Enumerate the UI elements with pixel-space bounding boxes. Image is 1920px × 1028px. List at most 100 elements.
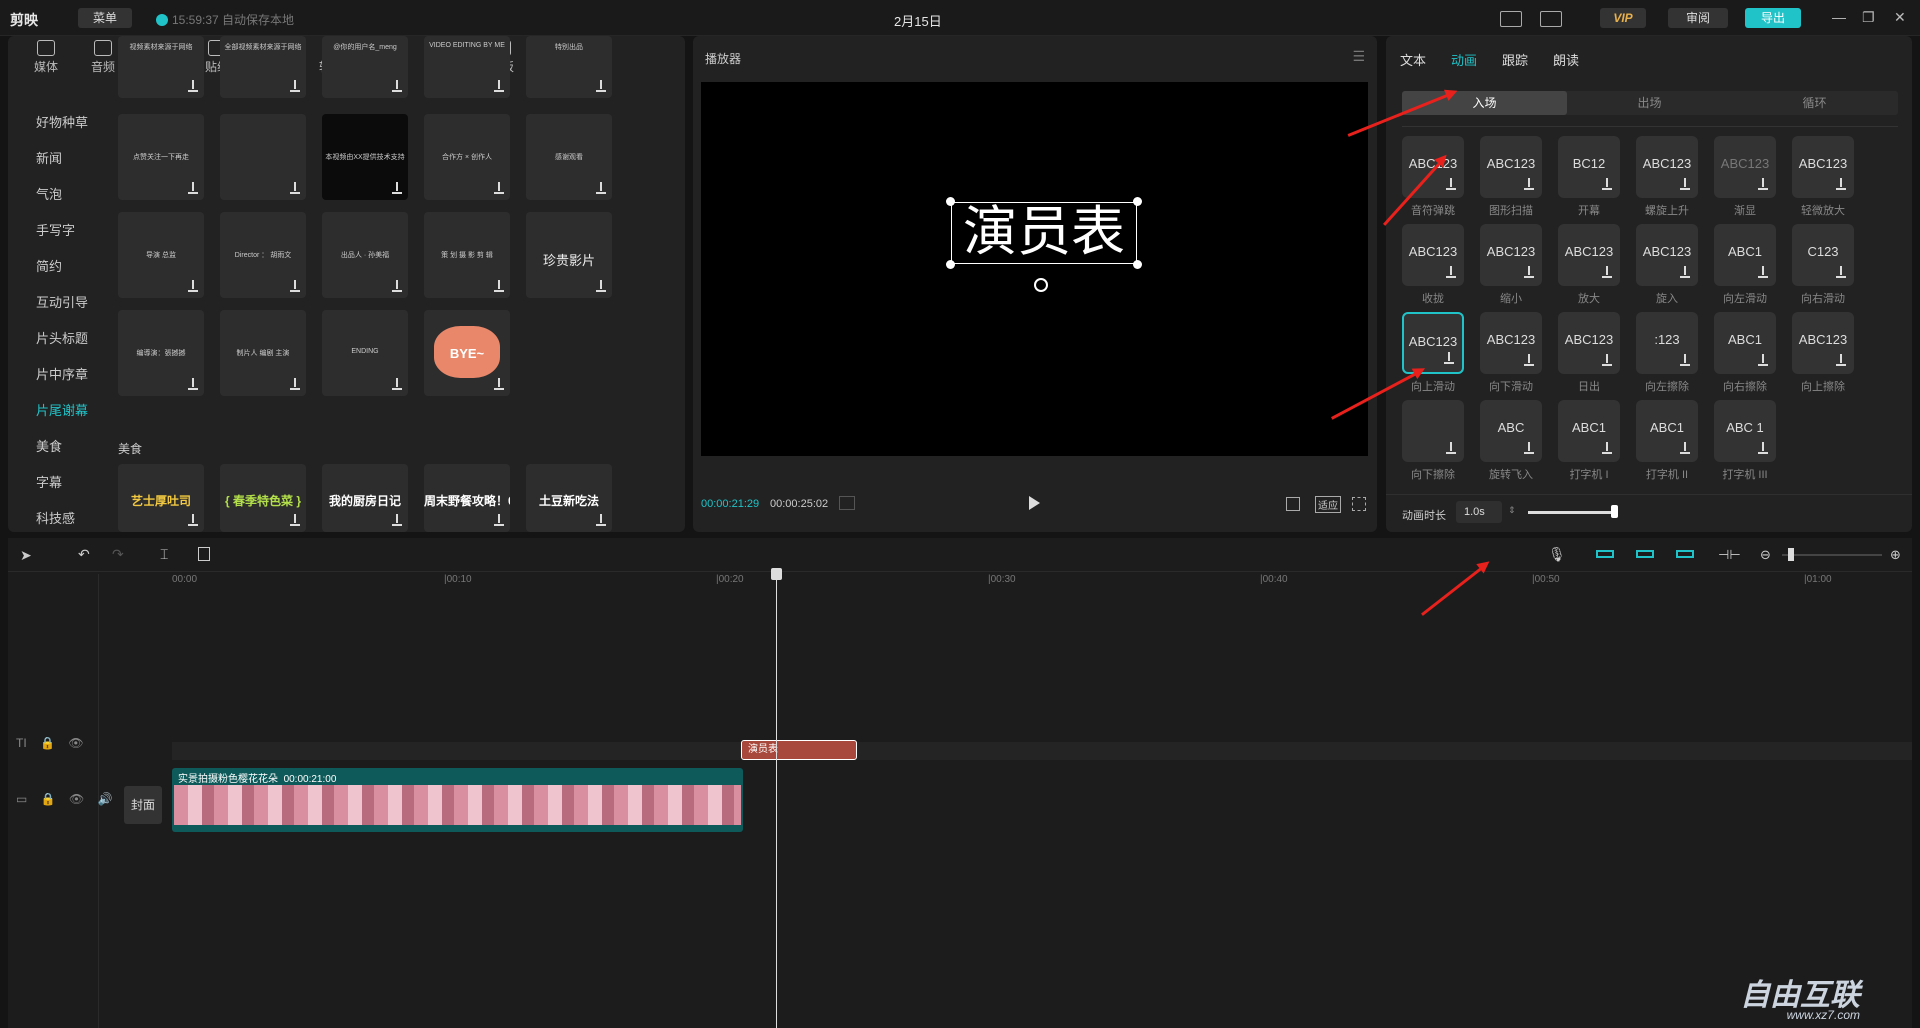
animation-preset[interactable]: ABC123 — [1792, 312, 1854, 374]
category-item[interactable]: 好物种草 — [36, 112, 88, 131]
download-icon[interactable] — [1446, 266, 1456, 278]
text-template-tile[interactable]: 策 划 摄 影 剪 辑 — [424, 212, 510, 298]
download-icon[interactable] — [290, 280, 300, 292]
animation-preset[interactable]: ABC — [1480, 400, 1542, 462]
animation-preset[interactable]: ABC123 — [1480, 224, 1542, 286]
category-item[interactable]: 新闻 — [36, 148, 62, 167]
download-icon[interactable] — [392, 182, 402, 194]
download-icon[interactable] — [188, 80, 198, 92]
linkage-icon[interactable] — [1676, 550, 1694, 558]
animation-preset[interactable]: BC12 — [1558, 136, 1620, 198]
text-template-tile[interactable]: 特别出品 — [526, 36, 612, 98]
tab-0[interactable]: 文本 — [1400, 50, 1426, 69]
tool-media[interactable]: 媒体 — [18, 40, 74, 75]
download-icon[interactable] — [1524, 354, 1534, 366]
text-template-tile[interactable]: Director ： 胡雨文 — [220, 212, 306, 298]
minimize-icon[interactable]: — — [1832, 9, 1846, 25]
category-item[interactable]: 手写字 — [36, 220, 75, 239]
category-item[interactable]: 简约 — [36, 256, 62, 275]
category-item[interactable]: 美食 — [36, 436, 62, 455]
download-icon[interactable] — [188, 514, 198, 526]
vip-badge[interactable]: VIP — [1600, 8, 1646, 28]
subtab-2[interactable]: 循环 — [1732, 91, 1897, 115]
eye-icon[interactable]: 👁 — [69, 792, 84, 806]
download-icon[interactable] — [1524, 442, 1534, 454]
download-icon[interactable] — [1836, 266, 1846, 278]
eye-icon[interactable]: 👁 — [68, 736, 83, 750]
delete-icon[interactable] — [198, 547, 210, 561]
resize-handle[interactable] — [1133, 197, 1142, 206]
download-icon[interactable] — [392, 378, 402, 390]
text-template-tile[interactable]: 制片人 编剧 主演 — [220, 310, 306, 396]
duration-input[interactable]: 1.0s — [1456, 501, 1502, 523]
download-icon[interactable] — [1836, 178, 1846, 190]
lock-icon[interactable]: 🔒 — [40, 736, 55, 750]
download-icon[interactable] — [1446, 178, 1456, 190]
text-template-tile[interactable] — [220, 114, 306, 200]
subtab-1[interactable]: 出场 — [1567, 91, 1732, 115]
download-icon[interactable] — [1680, 354, 1690, 366]
animation-preset[interactable]: ABC 1 — [1714, 400, 1776, 462]
time-ruler[interactable]: 00:00 |00:10 |00:20 |00:30 |00:40 |00:50 |01:0… — [172, 574, 1912, 590]
download-icon[interactable] — [1758, 178, 1768, 190]
text-template-tile[interactable]: 导演 总监 — [118, 212, 204, 298]
download-icon[interactable] — [1680, 178, 1690, 190]
download-icon[interactable] — [1680, 266, 1690, 278]
text-template-tile[interactable]: 珍贵影片 — [526, 212, 612, 298]
duration-slider[interactable] — [1528, 511, 1618, 514]
export-button[interactable]: 导出 — [1745, 8, 1801, 28]
download-icon[interactable] — [392, 514, 402, 526]
video-clip[interactable]: 实景拍摄粉色樱花花朵 00:00:21:00 — [172, 768, 743, 832]
shortcut-icon[interactable] — [1500, 11, 1522, 27]
tab-2[interactable]: 跟踪 — [1502, 50, 1528, 69]
download-icon[interactable] — [290, 182, 300, 194]
food-template-tile[interactable]: { 春季特色菜 } — [220, 464, 306, 532]
preview-axis-icon[interactable]: ⊣⊢ — [1718, 547, 1741, 563]
download-icon[interactable] — [494, 182, 504, 194]
animation-preset[interactable]: ABC123 — [1558, 312, 1620, 374]
playhead[interactable] — [771, 568, 782, 1028]
resize-handle[interactable] — [946, 197, 955, 206]
zoom-slider[interactable] — [1782, 554, 1882, 556]
download-icon[interactable] — [1602, 354, 1612, 366]
animation-preset[interactable]: ABC123 — [1714, 136, 1776, 198]
split-icon[interactable]: ⌶ — [160, 546, 168, 563]
category-item[interactable]: 字幕 — [36, 472, 62, 491]
redo-icon[interactable]: ↷ — [112, 546, 124, 563]
download-icon[interactable] — [188, 378, 198, 390]
animation-preset[interactable]: :123 — [1636, 312, 1698, 374]
text-template-tile[interactable]: 编導演：張撼撼 — [118, 310, 204, 396]
text-template-tile[interactable]: 本视频由XX提供技术支持 — [322, 114, 408, 200]
animation-preset[interactable]: ABC1 — [1558, 400, 1620, 462]
download-icon[interactable] — [596, 80, 606, 92]
text-template-tile[interactable]: BYE~ — [424, 310, 510, 396]
speaker-icon[interactable]: 🔊 — [98, 792, 113, 806]
select-pointer-icon[interactable]: ➤ — [20, 547, 32, 564]
cover-button[interactable]: 封面 — [124, 786, 162, 824]
download-icon[interactable] — [1446, 442, 1456, 454]
animation-preset[interactable]: ABC123 — [1558, 224, 1620, 286]
animation-preset[interactable]: ABC123 — [1402, 224, 1464, 286]
slider-handle[interactable] — [1610, 505, 1618, 518]
auto-snap-icon[interactable] — [1636, 550, 1654, 558]
download-icon[interactable] — [392, 280, 402, 292]
food-template-tile[interactable]: 土豆新吃法 — [526, 464, 612, 532]
download-icon[interactable] — [1836, 354, 1846, 366]
download-icon[interactable] — [494, 80, 504, 92]
title-text-overlay[interactable]: 演员表 — [951, 202, 1137, 264]
download-icon[interactable] — [188, 182, 198, 194]
category-item[interactable]: 片尾谢幕 — [36, 400, 88, 419]
resize-handle[interactable] — [1133, 260, 1142, 269]
food-template-tile[interactable]: 艺士厚吐司 — [118, 464, 204, 532]
close-icon[interactable]: ✕ — [1894, 9, 1906, 26]
download-icon[interactable] — [1524, 266, 1534, 278]
download-icon[interactable] — [1602, 178, 1612, 190]
download-icon[interactable] — [1524, 178, 1534, 190]
text-template-tile[interactable]: ENDING — [322, 310, 408, 396]
text-template-tile[interactable]: @你的用户名_meng — [322, 36, 408, 98]
download-icon[interactable] — [290, 514, 300, 526]
animation-preset[interactable]: ABC123 — [1636, 224, 1698, 286]
zoom-in-icon[interactable]: ⊕ — [1890, 547, 1901, 563]
zoom-out-icon[interactable]: ⊖ — [1760, 547, 1771, 563]
animation-preset[interactable]: ABC123 — [1636, 136, 1698, 198]
